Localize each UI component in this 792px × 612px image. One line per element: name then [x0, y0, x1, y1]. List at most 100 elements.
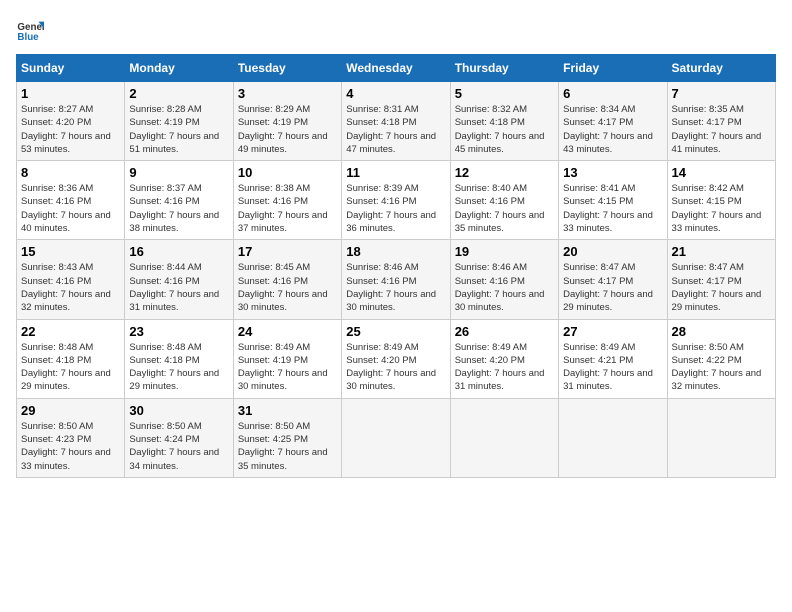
- calendar-cell: 30 Sunrise: 8:50 AM Sunset: 4:24 PM Dayl…: [125, 398, 233, 477]
- day-number: 21: [672, 244, 771, 259]
- day-number: 8: [21, 165, 120, 180]
- calendar-cell: 19 Sunrise: 8:46 AM Sunset: 4:16 PM Dayl…: [450, 240, 558, 319]
- day-number: 7: [672, 86, 771, 101]
- calendar-cell: 15 Sunrise: 8:43 AM Sunset: 4:16 PM Dayl…: [17, 240, 125, 319]
- day-detail: Sunrise: 8:35 AM Sunset: 4:17 PM Dayligh…: [672, 103, 771, 156]
- logo: General Blue: [16, 16, 48, 44]
- day-number: 31: [238, 403, 337, 418]
- day-number: 24: [238, 324, 337, 339]
- day-number: 15: [21, 244, 120, 259]
- calendar-cell: 14 Sunrise: 8:42 AM Sunset: 4:15 PM Dayl…: [667, 161, 775, 240]
- day-number: 12: [455, 165, 554, 180]
- calendar-cell: 3 Sunrise: 8:29 AM Sunset: 4:19 PM Dayli…: [233, 82, 341, 161]
- day-number: 27: [563, 324, 662, 339]
- day-number: 25: [346, 324, 445, 339]
- header-day-friday: Friday: [559, 55, 667, 82]
- day-detail: Sunrise: 8:44 AM Sunset: 4:16 PM Dayligh…: [129, 261, 228, 314]
- day-detail: Sunrise: 8:42 AM Sunset: 4:15 PM Dayligh…: [672, 182, 771, 235]
- day-number: 2: [129, 86, 228, 101]
- header-day-thursday: Thursday: [450, 55, 558, 82]
- day-detail: Sunrise: 8:41 AM Sunset: 4:15 PM Dayligh…: [563, 182, 662, 235]
- calendar-cell: 7 Sunrise: 8:35 AM Sunset: 4:17 PM Dayli…: [667, 82, 775, 161]
- day-detail: Sunrise: 8:36 AM Sunset: 4:16 PM Dayligh…: [21, 182, 120, 235]
- header-day-wednesday: Wednesday: [342, 55, 450, 82]
- day-number: 20: [563, 244, 662, 259]
- day-number: 6: [563, 86, 662, 101]
- calendar-cell: 28 Sunrise: 8:50 AM Sunset: 4:22 PM Dayl…: [667, 319, 775, 398]
- calendar-cell: 5 Sunrise: 8:32 AM Sunset: 4:18 PM Dayli…: [450, 82, 558, 161]
- calendar-cell: 21 Sunrise: 8:47 AM Sunset: 4:17 PM Dayl…: [667, 240, 775, 319]
- day-number: 26: [455, 324, 554, 339]
- header-row: SundayMondayTuesdayWednesdayThursdayFrid…: [17, 55, 776, 82]
- calendar-cell: 18 Sunrise: 8:46 AM Sunset: 4:16 PM Dayl…: [342, 240, 450, 319]
- calendar-cell: 26 Sunrise: 8:49 AM Sunset: 4:20 PM Dayl…: [450, 319, 558, 398]
- day-detail: Sunrise: 8:49 AM Sunset: 4:21 PM Dayligh…: [563, 341, 662, 394]
- day-number: 23: [129, 324, 228, 339]
- day-number: 10: [238, 165, 337, 180]
- day-detail: Sunrise: 8:48 AM Sunset: 4:18 PM Dayligh…: [129, 341, 228, 394]
- day-number: 22: [21, 324, 120, 339]
- day-number: 29: [21, 403, 120, 418]
- day-detail: Sunrise: 8:49 AM Sunset: 4:20 PM Dayligh…: [346, 341, 445, 394]
- day-number: 13: [563, 165, 662, 180]
- calendar-cell: 24 Sunrise: 8:49 AM Sunset: 4:19 PM Dayl…: [233, 319, 341, 398]
- calendar-cell: [450, 398, 558, 477]
- calendar-cell: [342, 398, 450, 477]
- header-day-saturday: Saturday: [667, 55, 775, 82]
- week-row-5: 29 Sunrise: 8:50 AM Sunset: 4:23 PM Dayl…: [17, 398, 776, 477]
- day-detail: Sunrise: 8:29 AM Sunset: 4:19 PM Dayligh…: [238, 103, 337, 156]
- logo-icon: General Blue: [16, 16, 44, 44]
- day-detail: Sunrise: 8:32 AM Sunset: 4:18 PM Dayligh…: [455, 103, 554, 156]
- day-detail: Sunrise: 8:43 AM Sunset: 4:16 PM Dayligh…: [21, 261, 120, 314]
- calendar-cell: 22 Sunrise: 8:48 AM Sunset: 4:18 PM Dayl…: [17, 319, 125, 398]
- day-detail: Sunrise: 8:45 AM Sunset: 4:16 PM Dayligh…: [238, 261, 337, 314]
- day-detail: Sunrise: 8:48 AM Sunset: 4:18 PM Dayligh…: [21, 341, 120, 394]
- day-number: 16: [129, 244, 228, 259]
- day-detail: Sunrise: 8:40 AM Sunset: 4:16 PM Dayligh…: [455, 182, 554, 235]
- calendar-table: SundayMondayTuesdayWednesdayThursdayFrid…: [16, 54, 776, 478]
- day-detail: Sunrise: 8:47 AM Sunset: 4:17 PM Dayligh…: [672, 261, 771, 314]
- day-detail: Sunrise: 8:34 AM Sunset: 4:17 PM Dayligh…: [563, 103, 662, 156]
- day-detail: Sunrise: 8:38 AM Sunset: 4:16 PM Dayligh…: [238, 182, 337, 235]
- week-row-2: 8 Sunrise: 8:36 AM Sunset: 4:16 PM Dayli…: [17, 161, 776, 240]
- calendar-cell: 9 Sunrise: 8:37 AM Sunset: 4:16 PM Dayli…: [125, 161, 233, 240]
- header-day-monday: Monday: [125, 55, 233, 82]
- calendar-cell: 2 Sunrise: 8:28 AM Sunset: 4:19 PM Dayli…: [125, 82, 233, 161]
- calendar-cell: 13 Sunrise: 8:41 AM Sunset: 4:15 PM Dayl…: [559, 161, 667, 240]
- day-number: 30: [129, 403, 228, 418]
- day-number: 4: [346, 86, 445, 101]
- calendar-cell: 17 Sunrise: 8:45 AM Sunset: 4:16 PM Dayl…: [233, 240, 341, 319]
- day-number: 17: [238, 244, 337, 259]
- day-number: 28: [672, 324, 771, 339]
- calendar-cell: 23 Sunrise: 8:48 AM Sunset: 4:18 PM Dayl…: [125, 319, 233, 398]
- calendar-cell: 10 Sunrise: 8:38 AM Sunset: 4:16 PM Dayl…: [233, 161, 341, 240]
- day-number: 5: [455, 86, 554, 101]
- calendar-cell: 29 Sunrise: 8:50 AM Sunset: 4:23 PM Dayl…: [17, 398, 125, 477]
- calendar-cell: 8 Sunrise: 8:36 AM Sunset: 4:16 PM Dayli…: [17, 161, 125, 240]
- day-detail: Sunrise: 8:47 AM Sunset: 4:17 PM Dayligh…: [563, 261, 662, 314]
- calendar-cell: 1 Sunrise: 8:27 AM Sunset: 4:20 PM Dayli…: [17, 82, 125, 161]
- calendar-cell: [667, 398, 775, 477]
- week-row-3: 15 Sunrise: 8:43 AM Sunset: 4:16 PM Dayl…: [17, 240, 776, 319]
- header: General Blue: [16, 16, 776, 44]
- day-number: 18: [346, 244, 445, 259]
- calendar-cell: 27 Sunrise: 8:49 AM Sunset: 4:21 PM Dayl…: [559, 319, 667, 398]
- calendar-cell: [559, 398, 667, 477]
- day-number: 14: [672, 165, 771, 180]
- day-number: 11: [346, 165, 445, 180]
- header-day-sunday: Sunday: [17, 55, 125, 82]
- header-day-tuesday: Tuesday: [233, 55, 341, 82]
- calendar-cell: 31 Sunrise: 8:50 AM Sunset: 4:25 PM Dayl…: [233, 398, 341, 477]
- day-detail: Sunrise: 8:28 AM Sunset: 4:19 PM Dayligh…: [129, 103, 228, 156]
- day-detail: Sunrise: 8:37 AM Sunset: 4:16 PM Dayligh…: [129, 182, 228, 235]
- day-detail: Sunrise: 8:31 AM Sunset: 4:18 PM Dayligh…: [346, 103, 445, 156]
- week-row-4: 22 Sunrise: 8:48 AM Sunset: 4:18 PM Dayl…: [17, 319, 776, 398]
- day-detail: Sunrise: 8:50 AM Sunset: 4:22 PM Dayligh…: [672, 341, 771, 394]
- calendar-cell: 4 Sunrise: 8:31 AM Sunset: 4:18 PM Dayli…: [342, 82, 450, 161]
- day-detail: Sunrise: 8:39 AM Sunset: 4:16 PM Dayligh…: [346, 182, 445, 235]
- calendar-cell: 20 Sunrise: 8:47 AM Sunset: 4:17 PM Dayl…: [559, 240, 667, 319]
- day-detail: Sunrise: 8:49 AM Sunset: 4:19 PM Dayligh…: [238, 341, 337, 394]
- svg-text:Blue: Blue: [17, 32, 39, 43]
- calendar-cell: 11 Sunrise: 8:39 AM Sunset: 4:16 PM Dayl…: [342, 161, 450, 240]
- calendar-cell: 12 Sunrise: 8:40 AM Sunset: 4:16 PM Dayl…: [450, 161, 558, 240]
